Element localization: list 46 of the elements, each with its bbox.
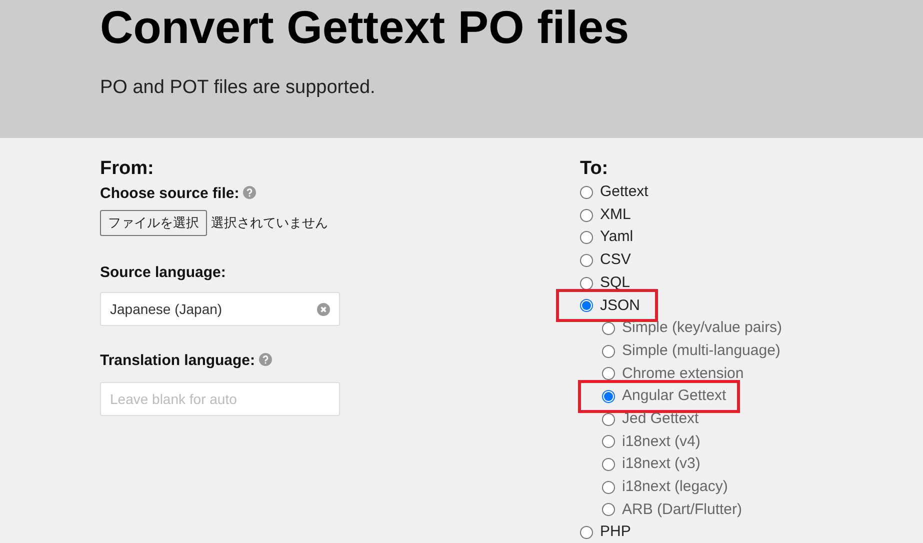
- option-label: i18next (v4): [622, 432, 700, 452]
- radio-button[interactable]: [580, 276, 593, 290]
- option-label: JSON: [600, 296, 640, 316]
- option-label: Yaml: [600, 227, 634, 248]
- radio-button[interactable]: [580, 231, 593, 244]
- option-label: Jed Gettext: [622, 408, 699, 429]
- radio-button[interactable]: [602, 344, 615, 358]
- option-label: ARB (Dart/Flutter): [622, 500, 742, 520]
- option-label: Angular Gettext: [622, 386, 726, 406]
- option-label: XML: [600, 204, 631, 225]
- option-label: SQL: [600, 272, 630, 293]
- option-label: i18next (v3): [622, 454, 700, 474]
- radio-button[interactable]: [602, 435, 615, 448]
- page-title: Convert Gettext PO files: [100, 2, 630, 52]
- option-label: Chrome extension: [622, 364, 744, 384]
- radio-button[interactable]: [580, 299, 593, 312]
- from-heading: From:: [100, 158, 155, 180]
- help-icon[interactable]: [259, 353, 272, 366]
- to-heading: To:: [580, 158, 610, 180]
- radio-button[interactable]: [602, 503, 615, 516]
- field-label: Source language:: [100, 262, 227, 282]
- option-label: Simple (multi-language): [622, 340, 780, 361]
- radio-button[interactable]: [580, 186, 593, 199]
- radio-button[interactable]: [580, 208, 593, 222]
- file-status: 選択されていません: [211, 214, 328, 232]
- field-label: Choose source file:: [100, 185, 240, 202]
- option-label: PHP: [600, 522, 631, 542]
- help-icon[interactable]: [243, 186, 256, 199]
- radio-button[interactable]: [602, 458, 615, 472]
- option-label: Gettext: [600, 182, 648, 202]
- radio-button[interactable]: [602, 322, 615, 335]
- choose-file-button[interactable]: ファイルを選択: [100, 210, 207, 236]
- option-label: CSV: [600, 250, 631, 270]
- option-label: Simple (key/value pairs): [622, 318, 782, 338]
- option-label: i18next (legacy): [622, 477, 728, 498]
- radio-button[interactable]: [602, 480, 615, 494]
- translation-language-field[interactable]: Leave blank for auto: [100, 382, 340, 416]
- clear-icon[interactable]: [317, 302, 330, 316]
- field-label: Translation language:: [100, 352, 256, 369]
- source-language-select[interactable]: Japanese (Japan): [100, 292, 340, 326]
- radio-button[interactable]: [580, 526, 593, 540]
- radio-button[interactable]: [602, 390, 615, 404]
- radio-button[interactable]: [602, 412, 615, 426]
- radio-button[interactable]: [580, 254, 593, 267]
- radio-button[interactable]: [602, 367, 615, 380]
- page-subtitle: PO and POT files are supported.: [100, 76, 376, 100]
